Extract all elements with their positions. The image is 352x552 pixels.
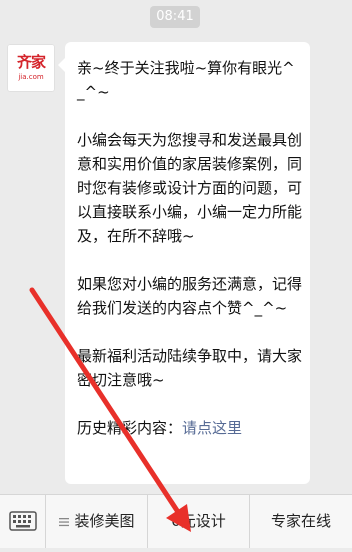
menu-list-icon <box>59 517 70 526</box>
keyboard-icon <box>9 511 37 531</box>
account-avatar[interactable]: 齐家 jia.com <box>7 44 55 92</box>
message-paragraph-like: 如果您对小编的服务还满意，记得给我们发送的内容点个赞^_^~ <box>77 275 303 317</box>
history-link[interactable]: 请点这里 <box>182 419 242 437</box>
menu-item-decor-photos[interactable]: 装修美图 <box>46 495 148 548</box>
message-bubble: 亲~终于关注我啦~算你有眼光^_^~ 小编会每天为您搜寻和发送最具创意和实用价值… <box>58 42 310 484</box>
menu-item-free-design[interactable]: 0元设计 <box>148 495 250 548</box>
menu-item-label: 0元设计 <box>171 512 226 530</box>
message-history-line: 历史精彩内容：请点这里 <box>77 416 302 440</box>
message-timestamp: 08:41 <box>150 6 200 28</box>
message-paragraph-events: 最新福利活动陆续争取中，请大家密切注意哦~ <box>77 347 303 389</box>
avatar-logo-domain: jia.com <box>18 73 44 81</box>
message-paragraph-intro: 小编会每天为您搜寻和发送最具创意和实用价值的家居装修案例，同时您有装修或设计方面… <box>77 131 303 245</box>
keyboard-toggle-button[interactable] <box>0 495 46 548</box>
history-label: 历史精彩内容： <box>77 419 183 437</box>
chat-area: 08:41 齐家 jia.com 亲~终于关注我啦~算你有眼光^_^~ 小编会每… <box>0 0 352 494</box>
menu-item-label: 装修美图 <box>74 512 135 530</box>
message-paragraph-greeting: 亲~终于关注我啦~算你有眼光^_^~ <box>77 59 295 101</box>
menu-item-label: 专家在线 <box>270 512 331 530</box>
bottom-menu-bar: 装修美图 0元设计 专家在线 <box>0 494 352 548</box>
menu-item-expert-online[interactable]: 专家在线 <box>250 495 352 548</box>
avatar-logo-text: 齐家 <box>16 53 46 71</box>
